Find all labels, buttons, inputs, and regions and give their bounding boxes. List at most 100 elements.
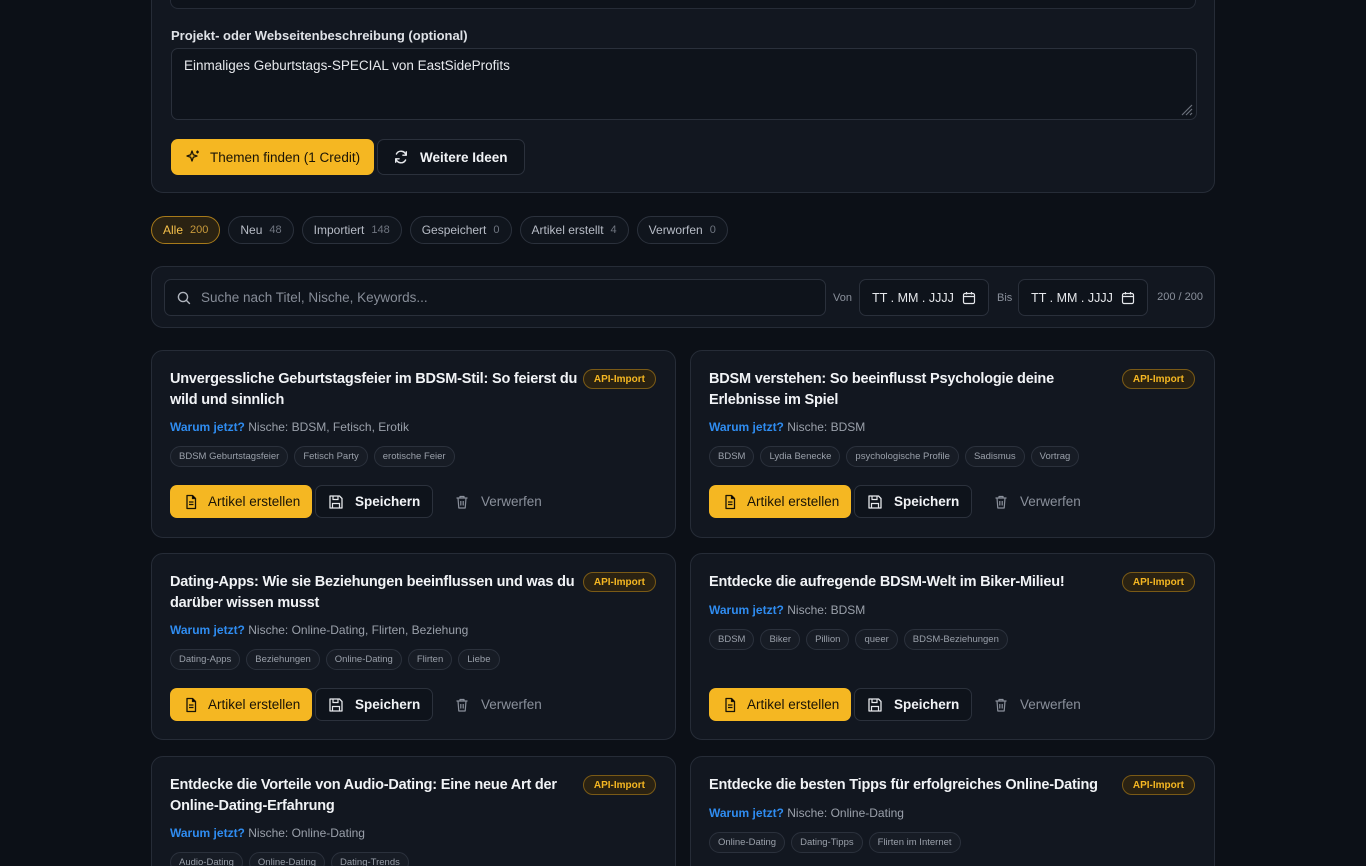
discard-button[interactable]: Verwerfen xyxy=(448,485,548,518)
save-button[interactable]: Speichern xyxy=(315,485,434,518)
tag: Fetisch Party xyxy=(294,446,368,467)
document-icon xyxy=(186,494,197,509)
calendar-icon[interactable] xyxy=(962,291,976,305)
topic-card: BDSM verstehen: So beeinflusst Psycholog… xyxy=(690,350,1215,538)
card-niche: Nische: BDSM xyxy=(787,603,866,617)
why-now-line: Warum jetzt? Nische: BDSM xyxy=(709,603,865,617)
why-now-line: Warum jetzt? Nische: BDSM xyxy=(709,420,865,434)
chip-count: 0 xyxy=(709,224,716,236)
api-import-badge: API-Import xyxy=(582,369,656,389)
save-button[interactable]: Speichern xyxy=(854,485,973,518)
calendar-icon[interactable] xyxy=(1121,291,1135,305)
chip-count: 0 xyxy=(493,224,500,236)
card-niche: Nische: BDSM xyxy=(787,420,866,434)
create-article-button[interactable]: Artikel erstellen xyxy=(709,688,852,721)
filter-chip-article-created[interactable]: Artikel erstellt 4 xyxy=(519,216,629,244)
tag: Dating-Tipps xyxy=(791,832,863,853)
topic-card: Unvergessliche Geburtstagsfeier im BDSM-… xyxy=(151,350,676,538)
why-now-label: Warum jetzt? xyxy=(170,623,245,637)
why-now-label: Warum jetzt? xyxy=(709,420,784,434)
resize-grip-icon[interactable] xyxy=(1179,102,1193,116)
tag: Vortrag xyxy=(1030,446,1080,467)
find-topics-button[interactable]: Themen finden (1 Credit) xyxy=(171,139,375,175)
tag-list: BDSM Biker Pillion queer BDSM-Beziehunge… xyxy=(709,629,1008,650)
previous-input-field[interactable] xyxy=(170,0,1196,9)
floppy-disk-icon xyxy=(868,697,882,712)
find-topics-label: Themen finden (1 Credit) xyxy=(210,149,361,165)
more-ideas-button[interactable]: Weitere Ideen xyxy=(377,139,525,175)
trash-icon xyxy=(995,698,1007,712)
tag: BDSM Geburtstagsfeier xyxy=(170,446,289,467)
chip-count: 200 xyxy=(190,224,209,236)
description-value: Einmaliges Geburtstags-SPECIAL von EastS… xyxy=(184,58,510,73)
chip-label: Neu xyxy=(240,223,263,237)
create-article-button[interactable]: Artikel erstellen xyxy=(170,485,313,518)
chip-count: 148 xyxy=(371,224,390,236)
description-label: Projekt- oder Webseitenbeschreibung (opt… xyxy=(171,28,468,43)
card-niche: Nische: BDSM, Fetisch, Erotik xyxy=(248,420,409,434)
card-title: Entdecke die aufregende BDSM-Welt im Bik… xyxy=(709,574,1065,590)
create-article-label: Artikel erstellen xyxy=(208,494,301,509)
topic-card: Entdecke die aufregende BDSM-Welt im Bik… xyxy=(690,553,1215,740)
save-button[interactable]: Speichern xyxy=(315,688,434,721)
tag: BDSM xyxy=(709,629,755,650)
date-to-input[interactable]: TT . MM . JJJJ xyxy=(1018,279,1148,316)
discard-button[interactable]: Verwerfen xyxy=(987,485,1087,518)
document-icon xyxy=(725,697,736,712)
api-import-badge: API-Import xyxy=(582,572,656,592)
tag: Sadismus xyxy=(964,446,1025,467)
tag: Dating-Apps xyxy=(170,649,241,670)
chip-count: 48 xyxy=(269,224,282,236)
create-article-label: Artikel erstellen xyxy=(208,697,301,712)
why-now-line: Warum jetzt? Nische: BDSM, Fetisch, Erot… xyxy=(170,420,409,434)
description-textarea[interactable]: Einmaliges Geburtstags-SPECIAL von EastS… xyxy=(171,48,1197,120)
save-button[interactable]: Speichern xyxy=(854,688,973,721)
tag: queer xyxy=(855,629,898,650)
api-import-badge: API-Import xyxy=(1121,572,1195,592)
search-icon xyxy=(177,291,191,304)
tag: psychologische Profile xyxy=(846,446,959,467)
refresh-icon xyxy=(395,150,407,164)
why-now-line: Warum jetzt? Nische: Online-Dating xyxy=(709,806,904,820)
filter-chip-discarded[interactable]: Verworfen 0 xyxy=(636,216,728,244)
more-ideas-label: Weitere Ideen xyxy=(420,149,508,165)
card-title: Unvergessliche Geburtstagsfeier im BDSM-… xyxy=(170,371,578,408)
card-title: BDSM verstehen: So beeinflusst Psycholog… xyxy=(709,371,1054,408)
date-from-input[interactable]: TT . MM . JJJJ xyxy=(859,279,989,316)
api-import-badge: API-Import xyxy=(1121,775,1195,795)
card-title: Entdecke die Vorteile von Audio-Dating: … xyxy=(170,777,557,814)
result-count: 200 / 200 xyxy=(1157,291,1203,303)
discard-button[interactable]: Verwerfen xyxy=(987,688,1087,721)
document-icon xyxy=(725,494,736,509)
card-niche: Nische: Online-Dating xyxy=(248,826,365,840)
search-field[interactable] xyxy=(164,279,826,316)
card-niche: Nische: Online-Dating, Flirten, Beziehun… xyxy=(248,623,469,637)
card-title: Dating-Apps: Wie sie Beziehungen beeinfl… xyxy=(170,574,575,611)
tag: Biker xyxy=(760,629,801,650)
api-import-badge: API-Import xyxy=(1121,369,1195,389)
tag: Lydia Benecke xyxy=(760,446,841,467)
topic-card: Entdecke die Vorteile von Audio-Dating: … xyxy=(151,756,676,866)
why-now-label: Warum jetzt? xyxy=(170,826,245,840)
tag: Flirten im Internet xyxy=(868,832,961,853)
create-article-button[interactable]: Artikel erstellen xyxy=(170,688,313,721)
search-input[interactable] xyxy=(201,290,801,305)
create-article-button[interactable]: Artikel erstellen xyxy=(709,485,852,518)
chip-count: 4 xyxy=(610,224,617,236)
tag: Liebe xyxy=(458,649,500,670)
filter-chip-imported[interactable]: Importiert 148 xyxy=(301,216,402,244)
tag: erotische Feier xyxy=(373,446,455,467)
filter-chip-all[interactable]: Alle 200 xyxy=(151,216,221,244)
save-label: Speichern xyxy=(355,494,421,509)
trash-icon xyxy=(456,495,468,509)
discard-button[interactable]: Verwerfen xyxy=(448,688,548,721)
discard-label: Verwerfen xyxy=(1020,494,1081,509)
why-now-label: Warum jetzt? xyxy=(170,420,245,434)
filter-chip-saved[interactable]: Gespeichert 0 xyxy=(409,216,512,244)
filter-chip-new[interactable]: Neu 48 xyxy=(228,216,294,244)
date-to-placeholder: TT . MM . JJJJ xyxy=(1031,290,1113,305)
chip-label: Artikel erstellt xyxy=(531,223,604,237)
tag: Dating-Trends xyxy=(331,852,409,866)
tag: Beziehungen xyxy=(246,649,320,670)
page: Projekt- oder Webseitenbeschreibung (opt… xyxy=(0,0,1366,866)
